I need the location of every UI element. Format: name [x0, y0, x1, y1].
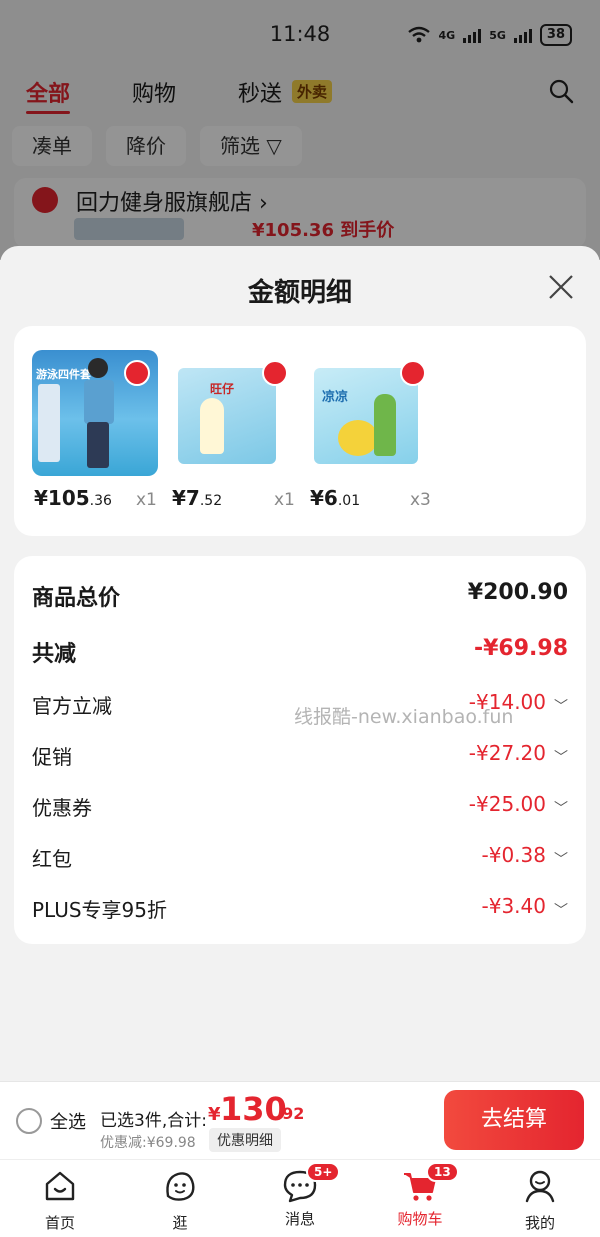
chevron-down-icon[interactable]: ﹀ — [554, 696, 568, 716]
product-price: ¥7.52 — [172, 486, 223, 510]
discount-label: 红包 — [32, 847, 72, 871]
pineapple-shape — [338, 420, 378, 456]
chevron-down-icon[interactable]: ﹀ — [554, 798, 568, 818]
sheet-title: 金额明细 — [247, 278, 352, 308]
product-qty: x3 — [410, 490, 431, 510]
chevron-down-icon[interactable]: ﹀ — [554, 747, 568, 767]
discount-value: -¥3.40 — [481, 894, 546, 918]
product-image-label: 凉凉 — [322, 390, 349, 405]
total-reduce-row: 共减 -¥69.98 — [32, 636, 568, 670]
price-detail-card: 商品总价 ¥200.90 共减 -¥69.98 官方立减 -¥14.00 ﹀ 促… — [14, 556, 586, 944]
message-icon-wrap: 5+ — [282, 1162, 341, 1204]
tab-profile[interactable]: 我的 — [500, 1168, 580, 1233]
total-price-value: ¥200.90 — [467, 580, 568, 605]
model-head — [88, 358, 108, 378]
bottom-tab-bar: 首页 逛 5+ 消息 13 购物车 我的 — [0, 1159, 600, 1237]
total-reduce-label: 共减 — [32, 642, 77, 667]
product-image: 凉凉 — [308, 350, 434, 476]
cart-badge: 13 — [426, 1162, 459, 1182]
discount-row[interactable]: 促销 -¥27.20 ﹀ — [32, 741, 568, 775]
check-icon[interactable] — [262, 360, 288, 386]
tab-browse[interactable]: 逛 — [140, 1168, 220, 1233]
popsicle-shape — [200, 398, 224, 454]
total-price-label: 商品总价 — [32, 586, 121, 611]
product-price: ¥105.36 — [34, 486, 112, 510]
tab-home[interactable]: 首页 — [20, 1168, 100, 1233]
product-qty: x1 — [136, 490, 157, 510]
tab-home-label: 首页 — [44, 1214, 75, 1232]
product-image: 旺仔 — [170, 350, 296, 476]
home-icon — [45, 1171, 75, 1201]
amount-detail-sheet: 金额明细 游泳四件套 ¥105.36 x1 旺仔 ¥7.52 x1 凉凉 ¥6.… — [0, 246, 600, 1081]
cart-icon-wrap: 13 — [402, 1162, 459, 1204]
discount-detail-button[interactable]: 优惠明细 — [209, 1128, 281, 1152]
dim-overlay[interactable] — [0, 0, 600, 260]
product-image: 游泳四件套 — [32, 350, 158, 476]
message-badge: 5+ — [306, 1162, 341, 1182]
tab-cart-label: 购物车 — [397, 1210, 443, 1228]
select-all-checkbox[interactable] — [16, 1108, 42, 1134]
tab-cart[interactable]: 13 购物车 — [380, 1162, 460, 1229]
product-qty: x1 — [274, 490, 295, 510]
discount-row[interactable]: 红包 -¥0.38 ﹀ — [32, 843, 568, 877]
discount-row[interactable]: PLUS专享95折 -¥3.40 ﹀ — [32, 894, 568, 928]
checkout-bar: 全选 已选3件,合计: ¥ 130 .92 优惠减:¥69.98 优惠明细 去结… — [0, 1081, 600, 1159]
product-item[interactable]: 游泳四件套 ¥105.36 x1 — [32, 350, 158, 510]
discount-value: -¥27.20 — [468, 741, 546, 765]
product-price: ¥6.01 — [310, 486, 361, 510]
discount-value: -¥0.38 — [481, 843, 546, 867]
discount-label: PLUS专享95折 — [32, 898, 167, 922]
check-icon[interactable] — [400, 360, 426, 386]
tab-profile-label: 我的 — [524, 1214, 555, 1232]
face-icon — [166, 1172, 195, 1201]
saved-amount: 优惠减:¥69.98 — [100, 1135, 196, 1151]
product-item[interactable]: 凉凉 ¥6.01 x3 — [308, 350, 434, 510]
tab-messages[interactable]: 5+ 消息 — [260, 1162, 341, 1229]
product-image-label: 游泳四件套 — [36, 368, 91, 381]
watermark: 线报酷-new.xianbao.fun — [294, 706, 514, 728]
product-image-label: 旺仔 — [210, 382, 235, 396]
check-icon[interactable] — [124, 360, 150, 386]
select-all-label[interactable]: 全选 — [50, 1108, 86, 1134]
tab-browse-label: 逛 — [172, 1214, 188, 1232]
checkout-button[interactable]: 去结算 — [444, 1090, 584, 1150]
discount-label: 促销 — [32, 745, 72, 769]
selected-summary: 已选3件,合计: — [100, 1111, 207, 1131]
product-swatch — [38, 384, 60, 462]
tab-messages-label: 消息 — [284, 1210, 315, 1228]
total-price-row: 商品总价 ¥200.90 — [32, 580, 568, 614]
chevron-down-icon[interactable]: ﹀ — [554, 900, 568, 920]
chevron-down-icon[interactable]: ﹀ — [554, 849, 568, 869]
person-icon — [525, 1170, 555, 1203]
discount-label: 官方立减 — [32, 694, 112, 718]
products-card: 游泳四件套 ¥105.36 x1 旺仔 ¥7.52 x1 凉凉 ¥6.01 x3 — [14, 326, 586, 536]
popsicle-shape — [374, 394, 396, 456]
total-currency: ¥ — [208, 1104, 221, 1125]
discount-label: 优惠券 — [32, 796, 92, 820]
discount-row[interactable]: 优惠券 -¥25.00 ﹀ — [32, 792, 568, 826]
product-item[interactable]: 旺仔 ¥7.52 x1 — [170, 350, 296, 510]
model-pants — [87, 422, 109, 468]
discount-value: -¥25.00 — [468, 792, 546, 816]
model-shirt — [84, 380, 114, 424]
total-reduce-value: -¥69.98 — [473, 636, 568, 661]
close-icon[interactable] — [546, 272, 576, 302]
total-amount-decimal: .92 — [276, 1104, 305, 1123]
